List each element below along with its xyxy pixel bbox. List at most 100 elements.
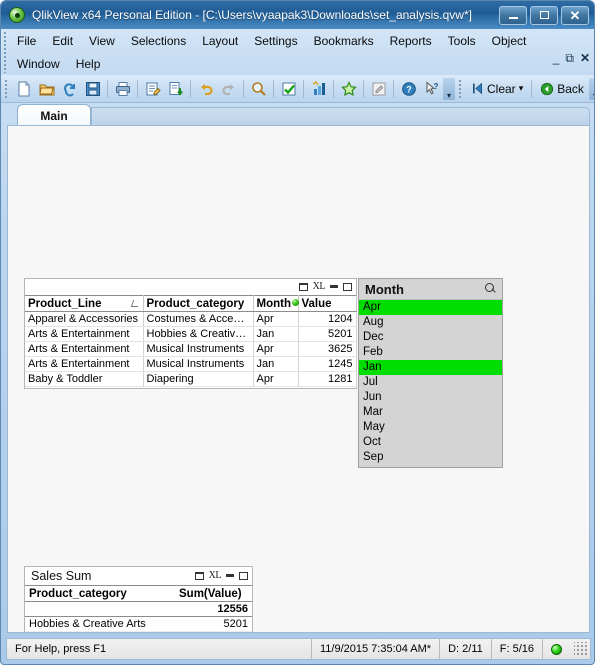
menu-drag-grip[interactable] [3, 31, 7, 73]
cell-value[interactable]: 3625 [298, 341, 357, 357]
help-icon[interactable]: ? [397, 78, 420, 100]
cell-product-category[interactable]: Musical Instruments [25, 631, 175, 632]
print-icon[interactable] [111, 78, 134, 100]
listbox-item-apr[interactable]: Apr [359, 300, 502, 315]
document-minimize-icon[interactable]: _ [553, 52, 560, 64]
listbox-item-feb[interactable]: Feb [359, 345, 502, 360]
back-button[interactable]: Back [535, 80, 589, 98]
cell-value[interactable]: 1281 [298, 371, 357, 387]
menu-item-object[interactable]: Object [484, 32, 535, 50]
listbox-item-jan[interactable]: Jan [359, 360, 502, 375]
cell-product-line[interactable]: Arts & Entertainment [25, 341, 144, 357]
export-to-excel-icon[interactable]: XL [313, 282, 326, 292]
reload-icon[interactable] [58, 78, 81, 100]
listbox-item-jun[interactable]: Jun [359, 390, 502, 405]
menu-item-window[interactable]: Window [9, 55, 68, 73]
clear-dropdown-chevron-icon[interactable]: ▾ [519, 83, 524, 94]
resize-grip[interactable] [574, 642, 588, 656]
cell-month[interactable]: Apr [253, 311, 299, 327]
cell-product-line[interactable]: Baby & Toddler [25, 371, 144, 387]
table-row[interactable]: Baby & Toddler Diapering Apr 1281 [25, 371, 357, 387]
table-row[interactable]: Hobbies & Creative Arts 5201 [25, 616, 252, 632]
table-row[interactable]: Arts & Entertainment Musical Instruments… [25, 341, 357, 357]
column-header-product-category[interactable]: Product_category [25, 585, 175, 602]
context-help-icon[interactable]: ? [420, 78, 443, 100]
minimize-icon[interactable] [226, 574, 234, 577]
new-document-icon[interactable] [12, 78, 35, 100]
menu-item-help[interactable]: Help [68, 55, 109, 73]
clear-selections-button[interactable]: Clear ▾ [466, 80, 528, 98]
favorites-star-icon[interactable] [337, 78, 360, 100]
cell-month[interactable]: Apr [253, 341, 299, 357]
save-icon[interactable] [81, 78, 104, 100]
cell-product-line[interactable]: Arts & Entertainment [25, 326, 144, 342]
magnifier-search-icon[interactable] [485, 283, 497, 295]
column-header-product-line[interactable]: Product_Line [25, 295, 144, 312]
cell-product-category[interactable]: Hobbies & Creative Arts [143, 326, 254, 342]
cell-product-category[interactable]: Musical Instruments [143, 341, 254, 357]
listbox-item-dec[interactable]: Dec [359, 330, 502, 345]
cell-sum-value[interactable]: 4870 [175, 631, 252, 632]
menu-item-layout[interactable]: Layout [194, 32, 246, 50]
menu-item-edit[interactable]: Edit [44, 32, 81, 50]
print-icon[interactable] [194, 572, 204, 580]
listbox-item-oct[interactable]: Oct [359, 435, 502, 450]
chart-icon[interactable] [307, 78, 330, 100]
table-row[interactable]: Arts & Entertainment Hobbies & Creative … [25, 326, 357, 342]
column-header-month[interactable]: Month [253, 295, 299, 312]
column-header-sum-value[interactable]: Sum(Value) [175, 585, 252, 602]
cell-product-line[interactable]: Arts & Entertainment [25, 356, 144, 372]
maximize-icon[interactable] [343, 283, 352, 291]
menu-item-reports[interactable]: Reports [382, 32, 440, 50]
export-to-excel-icon[interactable]: XL [209, 571, 222, 581]
redo-icon[interactable] [217, 78, 240, 100]
toolbar-drag-grip[interactable] [4, 78, 9, 99]
selection-toolbar-grip[interactable] [458, 78, 463, 99]
selection-toolbar-overflow-button[interactable]: ▾ [588, 77, 594, 100]
window-close-button[interactable]: ✕ [561, 5, 589, 25]
cell-value[interactable]: 1245 [298, 356, 357, 372]
menu-item-file[interactable]: File [9, 32, 44, 50]
cell-product-category[interactable]: Diapering [143, 371, 254, 387]
edit-script-icon[interactable] [141, 78, 164, 100]
undo-icon[interactable] [194, 78, 217, 100]
cell-month[interactable]: Jan [253, 326, 299, 342]
window-maximize-button[interactable] [530, 5, 558, 25]
print-icon[interactable] [298, 283, 308, 291]
cell-product-line[interactable]: Apparel & Accessories [25, 311, 144, 327]
cell-product-category[interactable]: Hobbies & Creative Arts [25, 616, 175, 632]
listbox-item-may[interactable]: May [359, 420, 502, 435]
document-restore-icon[interactable]: ⧉ [565, 52, 574, 64]
cell-month[interactable]: Jan [253, 356, 299, 372]
minimize-icon[interactable] [330, 285, 338, 288]
cell-value[interactable]: 5201 [298, 326, 357, 342]
menu-item-settings[interactable]: Settings [246, 32, 305, 50]
cell-sum-value[interactable]: 5201 [175, 616, 252, 632]
menu-item-bookmarks[interactable]: Bookmarks [306, 32, 382, 50]
listbox-item-aug[interactable]: Aug [359, 315, 502, 330]
cell-product-category[interactable]: Costumes & Accessor... [143, 311, 254, 327]
search-icon[interactable] [247, 78, 270, 100]
listbox-item-mar[interactable]: Mar [359, 405, 502, 420]
toolbar-overflow-button[interactable]: ▾ [443, 77, 455, 100]
column-header-value[interactable]: Value [298, 295, 357, 312]
maximize-icon[interactable] [239, 572, 248, 580]
cell-value[interactable]: 1204 [298, 311, 357, 327]
menu-item-view[interactable]: View [81, 32, 123, 50]
table-row[interactable]: Musical Instruments 4870 [25, 631, 252, 632]
listbox-item-jul[interactable]: Jul [359, 375, 502, 390]
document-close-icon[interactable]: ✕ [580, 52, 590, 64]
listbox-item-sep[interactable]: Sep [359, 450, 502, 465]
cell-product-category[interactable]: Musical Instruments [143, 356, 254, 372]
menu-item-selections[interactable]: Selections [123, 32, 194, 50]
reload-script-icon[interactable] [164, 78, 187, 100]
tab-main[interactable]: Main [17, 104, 91, 126]
select-possible-icon[interactable] [277, 78, 300, 100]
column-header-product-category[interactable]: Product_category [143, 295, 254, 312]
menu-item-tools[interactable]: Tools [440, 32, 484, 50]
open-document-icon[interactable] [35, 78, 58, 100]
table-row[interactable]: Apparel & Accessories Costumes & Accesso… [25, 311, 357, 327]
edit-module-icon[interactable] [367, 78, 390, 100]
window-minimize-button[interactable] [499, 5, 527, 25]
table-row[interactable]: Arts & Entertainment Musical Instruments… [25, 356, 357, 372]
